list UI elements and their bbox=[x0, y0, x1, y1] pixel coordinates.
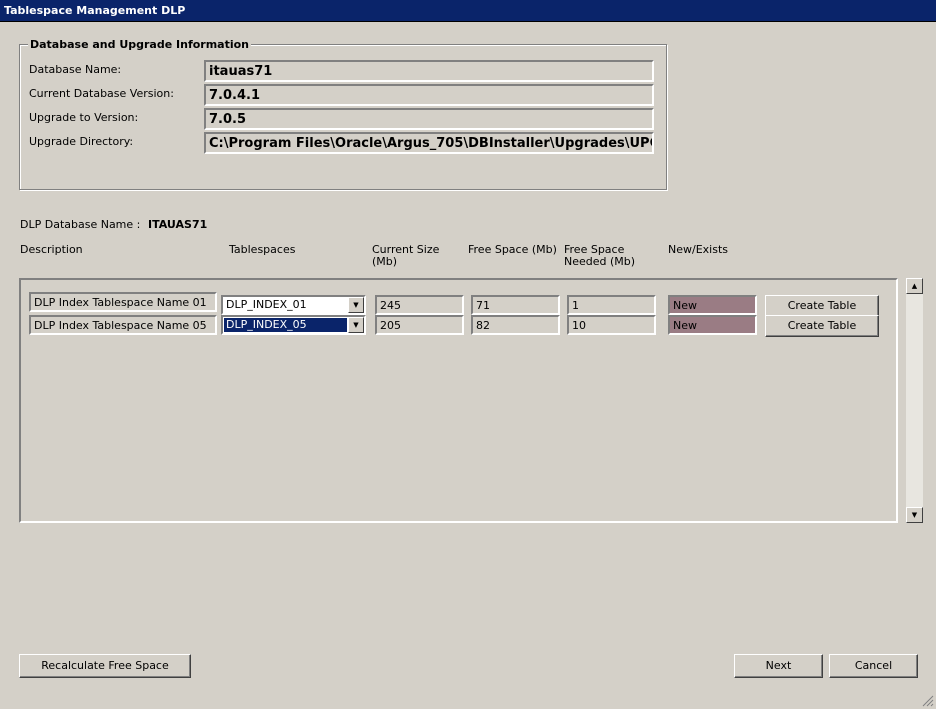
current-size-field[interactable]: 245 bbox=[375, 295, 464, 315]
row-description: DLP Index Tablespace Name 01 bbox=[29, 292, 217, 312]
dropdown-arrow-icon[interactable]: ▼ bbox=[348, 297, 364, 313]
needed-field[interactable]: 10 bbox=[567, 315, 656, 335]
current-size-field[interactable]: 205 bbox=[375, 315, 464, 335]
tablespace-select[interactable]: DLP_INDEX_05 ▼ bbox=[221, 315, 366, 335]
database-name-label: Database Name: bbox=[29, 63, 122, 76]
col-description: Description bbox=[20, 243, 83, 256]
next-button[interactable]: Next bbox=[734, 654, 823, 678]
current-version-label: Current Database Version: bbox=[29, 87, 174, 100]
free-space-field[interactable]: 82 bbox=[471, 315, 560, 335]
upgrade-directory-field[interactable]: C:\Program Files\Oracle\Argus_705\DBInst… bbox=[204, 132, 654, 154]
resize-grip-icon[interactable] bbox=[920, 693, 934, 707]
free-space-field[interactable]: 71 bbox=[471, 295, 560, 315]
recalculate-free-space-button[interactable]: Recalculate Free Space bbox=[19, 654, 191, 678]
upgrade-directory-label: Upgrade Directory: bbox=[29, 135, 134, 148]
window-title: Tablespace Management DLP bbox=[4, 4, 186, 17]
title-bar: Tablespace Management DLP bbox=[0, 0, 936, 22]
upgrade-version-field[interactable]: 7.0.5 bbox=[204, 108, 654, 130]
col-current-size-line2: (Mb) bbox=[372, 255, 398, 268]
database-name-field[interactable]: itauas71 bbox=[204, 60, 654, 82]
col-needed: Free Space Needed (Mb) bbox=[564, 244, 635, 268]
col-tablespaces: Tablespaces bbox=[229, 243, 296, 256]
upgrade-version-label: Upgrade to Version: bbox=[29, 111, 139, 124]
status-field: New bbox=[668, 295, 757, 315]
tablespace-select-value: DLP_INDEX_05 bbox=[224, 318, 347, 332]
dropdown-arrow-icon[interactable]: ▼ bbox=[348, 317, 364, 333]
group-legend: Database and Upgrade Information bbox=[28, 38, 252, 51]
col-free-space: Free Space (Mb) bbox=[468, 243, 557, 256]
dlp-database-label: DLP Database Name : bbox=[20, 218, 141, 231]
create-table-button[interactable]: Create Table bbox=[765, 295, 879, 317]
needed-field[interactable]: 1 bbox=[567, 295, 656, 315]
col-new-exists: New/Exists bbox=[668, 243, 728, 256]
current-version-field[interactable]: 7.0.4.1 bbox=[204, 84, 654, 106]
col-needed-line2: Needed (Mb) bbox=[564, 255, 636, 268]
tablespace-select-value: DLP_INDEX_01 bbox=[226, 298, 307, 311]
cancel-button[interactable]: Cancel bbox=[829, 654, 918, 678]
down-arrow-icon[interactable]: ▼ bbox=[906, 507, 923, 523]
create-table-button[interactable]: Create Table bbox=[765, 315, 879, 337]
up-arrow-icon[interactable]: ▲ bbox=[906, 278, 923, 294]
grid-scrollbar[interactable]: ▲ ▼ bbox=[906, 278, 923, 523]
row-description: DLP Index Tablespace Name 05 bbox=[29, 315, 217, 335]
col-current-size: Current Size (Mb) bbox=[372, 244, 439, 268]
tablespace-select[interactable]: DLP_INDEX_01 ▼ bbox=[221, 295, 366, 315]
status-field: New bbox=[668, 315, 757, 335]
dlp-database-value: ITAUAS71 bbox=[148, 218, 208, 231]
